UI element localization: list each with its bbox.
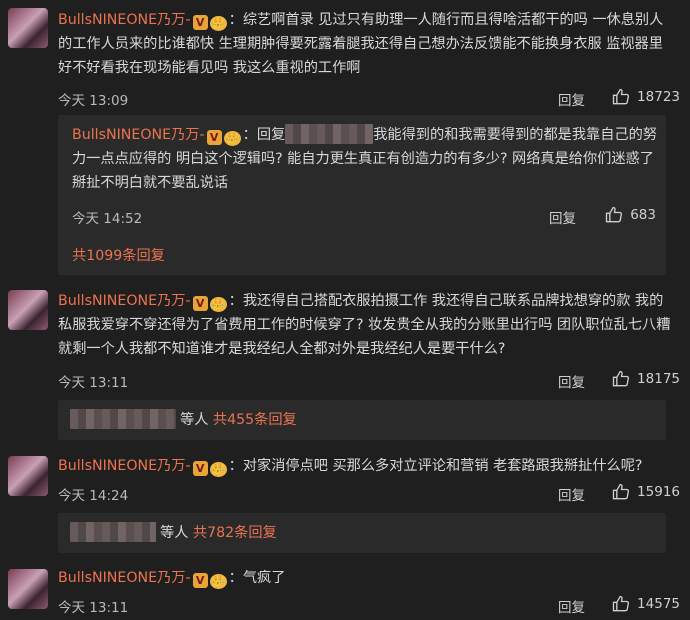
like-button[interactable]: 14575 xyxy=(611,594,680,614)
username-link[interactable]: BullsNINEONE乃万- xyxy=(58,12,191,28)
avatar[interactable] xyxy=(8,569,48,609)
timestamp: 今天 13:09 xyxy=(58,93,129,109)
reply-button[interactable]: 回复 xyxy=(558,484,585,504)
like-button[interactable]: 18175 xyxy=(611,369,680,389)
reply-button[interactable]: 回复 xyxy=(558,596,585,616)
comment-text: BullsNINEONE乃万- V 👑 ：综艺啊首录 见过只有助理一人随行而且得啥活都… xyxy=(58,8,674,80)
comment-content: ：对家消停点吧 买那么多对立评论和营销 老套路跟我掰扯什么呢? xyxy=(228,458,643,474)
like-count: 18723 xyxy=(637,89,680,105)
username-link[interactable]: BullsNINEONE乃万- xyxy=(58,293,191,309)
crown-badge-icon: 👑 xyxy=(209,16,227,31)
crown-badge-icon: 👑 xyxy=(209,462,227,477)
nested-reply-text: BullsNINEONE乃万- V 👑 ：回复 我能得到的和我需要得到的都是我靠自己的努… xyxy=(72,123,658,195)
thumbs-up-icon xyxy=(612,483,630,500)
like-button[interactable]: 683 xyxy=(604,205,656,225)
vip-badge-icon: V xyxy=(192,461,208,476)
crown-badge-icon: 👑 xyxy=(223,131,241,146)
avatar[interactable] xyxy=(8,456,48,496)
like-count: 683 xyxy=(630,207,656,223)
timestamp: 今天 13:11 xyxy=(58,600,129,616)
redacted-usernames xyxy=(70,409,176,429)
redacted-usernames xyxy=(70,522,156,542)
reply-summary[interactable]: 等人 共455条回复 xyxy=(58,400,666,440)
comment-meta: 今天 13:11 回复 14575 xyxy=(58,594,680,616)
reply-summary[interactable]: 等人 共782条回复 xyxy=(58,513,666,553)
comment-meta: 今天 14:24 回复 15916 xyxy=(58,482,680,504)
vip-badge-icon: V xyxy=(206,130,222,145)
comment-meta: 今天 14:52 回复 683 xyxy=(72,205,656,227)
reply-button[interactable]: 回复 xyxy=(549,207,576,227)
reply-button[interactable]: 回复 xyxy=(558,89,585,109)
thumbs-up-icon xyxy=(606,206,623,223)
username-link[interactable]: BullsNINEONE乃万- xyxy=(58,458,191,474)
like-button[interactable]: 18723 xyxy=(611,87,680,107)
reply-prefix: ：回复 xyxy=(242,127,286,143)
others-label: 等人 xyxy=(180,412,209,428)
username-link[interactable]: BullsNINEONE乃万- xyxy=(72,127,205,143)
like-count: 15916 xyxy=(637,484,680,500)
comment-text: BullsNINEONE乃万- V 👑 ：我还得自己搭配衣服拍摄工作 我还得自己联系品… xyxy=(58,289,674,361)
reply-count-link[interactable]: 共455条回复 xyxy=(213,412,297,428)
reply-count-link[interactable]: 共782条回复 xyxy=(193,525,277,541)
redacted-username xyxy=(285,124,374,144)
more-replies-link[interactable]: 共1099条回复 xyxy=(72,245,165,265)
like-count: 14575 xyxy=(637,596,680,612)
others-label: 等人 xyxy=(160,525,189,541)
comment-meta: 今天 13:11 回复 18175 xyxy=(58,369,680,391)
comment-content: ：气疯了 xyxy=(228,570,286,586)
like-count: 18175 xyxy=(637,371,680,387)
crown-badge-icon: 👑 xyxy=(209,297,227,312)
reply-button[interactable]: 回复 xyxy=(558,371,585,391)
timestamp: 今天 13:11 xyxy=(58,375,129,391)
comment-text: BullsNINEONE乃万- V 👑 ：对家消停点吧 买那么多对立评论和营销 老套路… xyxy=(58,454,674,478)
thumbs-up-icon xyxy=(612,88,630,105)
comment-meta: 今天 13:09 回复 18723 xyxy=(58,87,680,109)
avatar[interactable] xyxy=(8,290,48,330)
comment-text: BullsNINEONE乃万- V 👑 ：气疯了 xyxy=(58,566,674,590)
vip-badge-icon: V xyxy=(192,15,208,30)
timestamp: 今天 14:52 xyxy=(72,211,143,227)
thumbs-up-icon xyxy=(612,595,630,612)
nested-reply-box: BullsNINEONE乃万- V 👑 ：回复 我能得到的和我需要得到的都是我靠自己的努… xyxy=(58,115,666,275)
like-button[interactable]: 15916 xyxy=(611,482,680,502)
avatar[interactable] xyxy=(8,8,48,48)
timestamp: 今天 14:24 xyxy=(58,488,129,504)
vip-badge-icon: V xyxy=(192,573,208,588)
username-link[interactable]: BullsNINEONE乃万- xyxy=(58,570,191,586)
vip-badge-icon: V xyxy=(192,296,208,311)
thumbs-up-icon xyxy=(612,370,630,387)
crown-badge-icon: 👑 xyxy=(209,574,227,589)
